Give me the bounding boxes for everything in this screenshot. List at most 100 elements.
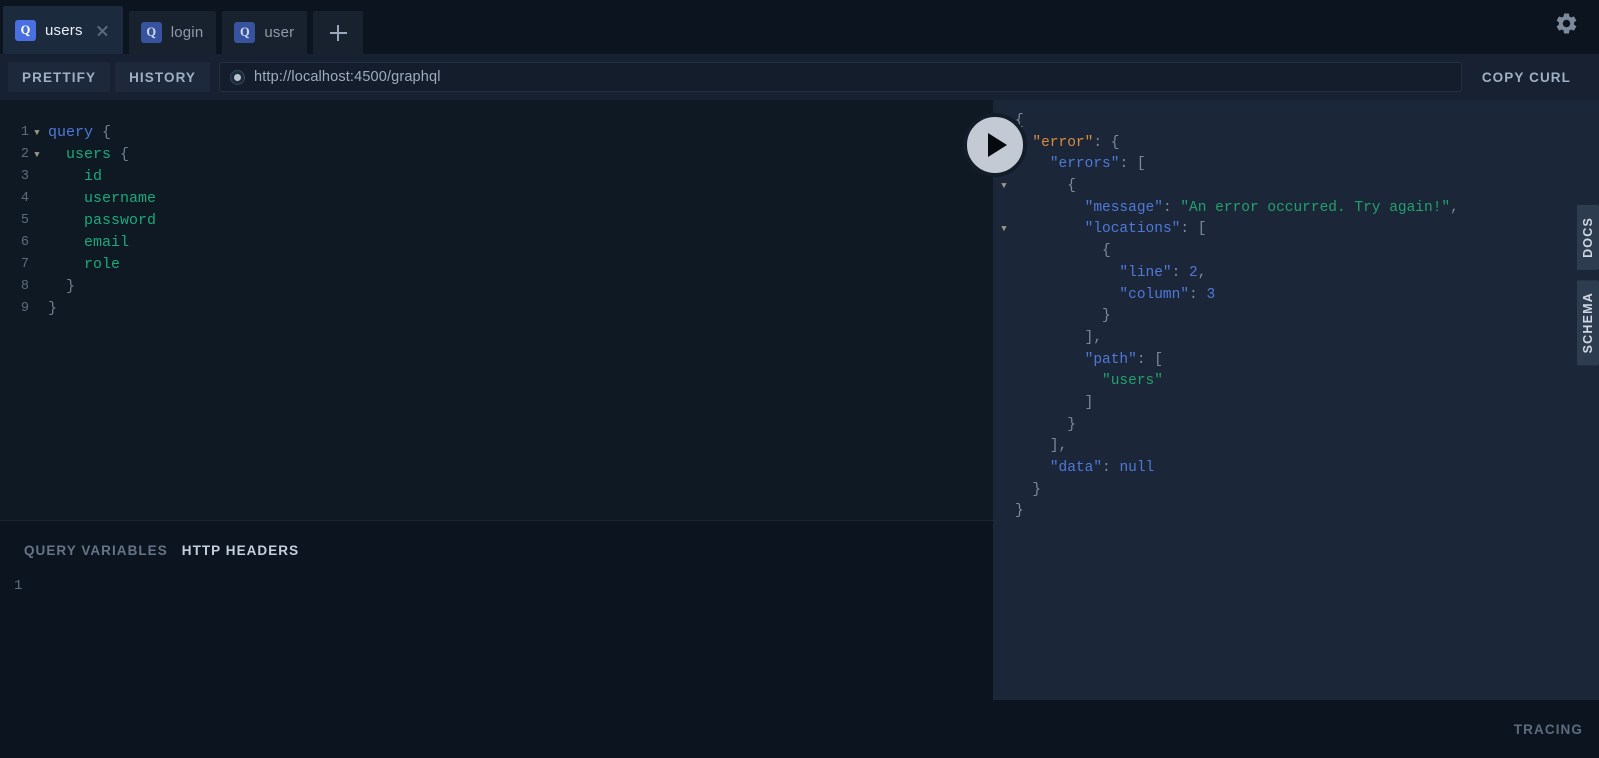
tab-list: Qusers Qlogin Quser bbox=[0, 0, 313, 54]
editor-line-text: } bbox=[48, 300, 58, 317]
fold-arrow-icon[interactable]: ▼ bbox=[993, 219, 1015, 241]
response-line-text: "errors": [ bbox=[1049, 156, 1146, 173]
side-tab-schema[interactable]: SCHEMA bbox=[1577, 279, 1599, 366]
response-line-text: "locations": [ bbox=[1084, 221, 1207, 238]
editor-line-text: username bbox=[84, 190, 157, 207]
response-line-text: ] bbox=[1084, 394, 1094, 411]
tracing-button[interactable]: TRACING bbox=[1514, 722, 1583, 737]
line-number: 8 bbox=[20, 279, 29, 294]
editor-line: 5 password bbox=[0, 210, 993, 232]
response-line: } bbox=[993, 501, 1599, 523]
editor-line: 9} bbox=[0, 298, 993, 320]
line-number: 1 bbox=[20, 125, 29, 140]
copy-curl-button[interactable]: COPY CURL bbox=[1468, 62, 1585, 92]
response-line-text: "column": 3 bbox=[1119, 286, 1216, 303]
toolbar: PRETTIFY HISTORY http://localhost:4500/g… bbox=[0, 54, 1599, 100]
new-tab-button[interactable] bbox=[313, 11, 364, 54]
endpoint-url-input[interactable]: http://localhost:4500/graphql bbox=[219, 62, 1462, 92]
play-icon bbox=[988, 133, 1007, 157]
response-line: } bbox=[993, 480, 1599, 502]
footer-left-spacer bbox=[0, 700, 993, 758]
response-line-text: { bbox=[1067, 178, 1076, 195]
response-line: } bbox=[993, 306, 1599, 328]
tab-query-badge-icon: Q bbox=[15, 19, 36, 41]
response-line: "line": 2, bbox=[993, 263, 1599, 285]
tab-label: users bbox=[45, 21, 83, 39]
response-line: "column": 3 bbox=[993, 285, 1599, 307]
response-line: ▼ "locations": [ bbox=[993, 219, 1599, 241]
response-line-text: ], bbox=[1049, 438, 1068, 455]
response-line: ] bbox=[993, 393, 1599, 415]
fold-arrow-icon[interactable]: ▼ bbox=[30, 144, 44, 166]
variables-tab-http-headers[interactable]: HTTP HEADERS bbox=[182, 543, 299, 558]
tab-label: login bbox=[170, 24, 204, 41]
variables-tab-list: QUERY VARIABLES HTTP HEADERS bbox=[0, 521, 993, 558]
response-viewer[interactable]: ▼{▼ "error": {▼ "errors": [▼ { "message"… bbox=[993, 100, 1599, 700]
line-number: 4 bbox=[20, 191, 29, 206]
history-button[interactable]: HISTORY bbox=[115, 62, 211, 92]
line-number: 7 bbox=[20, 257, 29, 272]
response-line-text: "message": "An error occurred. Try again… bbox=[1084, 199, 1459, 216]
editor-line: 4 username bbox=[0, 188, 993, 210]
response-line-text: } bbox=[1032, 481, 1042, 498]
editor-line: 6 email bbox=[0, 232, 993, 254]
editor-line-text: role bbox=[84, 256, 121, 273]
response-line-text: "path": [ bbox=[1084, 351, 1163, 368]
editor-line: 3 id bbox=[0, 166, 993, 188]
tab-bar: Qusers Qlogin Quser bbox=[0, 0, 1599, 54]
tab-users[interactable]: Qusers bbox=[3, 6, 123, 54]
response-line-text: } bbox=[1015, 503, 1024, 520]
response-line: "data": null bbox=[993, 458, 1599, 480]
response-line-text: "error": { bbox=[1032, 134, 1120, 151]
response-line: { bbox=[993, 241, 1599, 263]
response-line: ], bbox=[993, 436, 1599, 458]
response-line-text: ], bbox=[1084, 329, 1103, 346]
response-line-text: } bbox=[1102, 308, 1111, 325]
tab-label: user bbox=[264, 24, 295, 41]
line-number: 3 bbox=[20, 169, 29, 184]
fold-arrow-icon[interactable]: ▼ bbox=[993, 176, 1015, 198]
editor-line: 7 role bbox=[0, 254, 993, 276]
response-line-text: "users" bbox=[1102, 373, 1163, 390]
tab-query-badge-icon: Q bbox=[140, 22, 162, 43]
side-tab-docs[interactable]: DOCS bbox=[1577, 205, 1599, 270]
endpoint-status-icon bbox=[230, 69, 246, 85]
fold-arrow-icon[interactable]: ▼ bbox=[30, 122, 44, 144]
editor-line-text: } bbox=[66, 278, 76, 295]
side-tab-list: DOCS SCHEMA bbox=[1577, 205, 1599, 375]
query-editor[interactable]: 1 ▼ query {2 ▼ users {3 id 4 username 5 passw… bbox=[0, 100, 993, 520]
editor-line-text: query { bbox=[48, 124, 112, 141]
editor-line: 8 } bbox=[0, 276, 993, 298]
line-number: 2 bbox=[20, 147, 29, 162]
editor-line: 1 ▼ query { bbox=[0, 122, 993, 144]
graphql-playground-window: Qusers Qlogin Quser PRETTIFY HISTORY http:… bbox=[0, 0, 1599, 758]
response-line: ▼ { bbox=[993, 176, 1599, 198]
variables-line-number: 1 bbox=[14, 578, 23, 594]
response-line: ▼ "errors": [ bbox=[993, 154, 1599, 176]
response-line: ▼{ bbox=[993, 111, 1599, 133]
close-icon[interactable] bbox=[95, 23, 110, 38]
response-line-text: "data": null bbox=[1049, 460, 1155, 476]
response-line-text: } bbox=[1067, 416, 1076, 433]
editor-line-text: password bbox=[84, 212, 157, 229]
editor-line: 2 ▼ users { bbox=[0, 144, 993, 166]
variables-editor[interactable]: 1 bbox=[0, 558, 993, 594]
prettify-button[interactable]: PRETTIFY bbox=[8, 62, 111, 92]
response-line-text: { bbox=[1102, 243, 1111, 260]
response-line-text: "line": 2, bbox=[1119, 264, 1207, 281]
response-line: "message": "An error occurred. Try again… bbox=[993, 198, 1599, 220]
editor-line-text: users { bbox=[66, 146, 130, 163]
response-line: ], bbox=[993, 328, 1599, 350]
line-number: 9 bbox=[20, 301, 29, 316]
response-footer: TRACING bbox=[993, 700, 1599, 758]
tab-user[interactable]: Quser bbox=[222, 11, 308, 54]
line-number: 5 bbox=[20, 213, 29, 228]
execute-query-button[interactable] bbox=[963, 113, 1027, 177]
editor-line-text: id bbox=[84, 168, 103, 185]
editor-line-text: email bbox=[84, 234, 130, 251]
query-editor-code[interactable]: 1 ▼ query {2 ▼ users {3 id 4 username 5 passw… bbox=[0, 100, 993, 320]
gear-icon[interactable] bbox=[1554, 11, 1579, 36]
variables-tab-query-variables[interactable]: QUERY VARIABLES bbox=[24, 543, 168, 558]
tab-login[interactable]: Qlogin bbox=[128, 11, 217, 54]
response-line: } bbox=[993, 415, 1599, 437]
